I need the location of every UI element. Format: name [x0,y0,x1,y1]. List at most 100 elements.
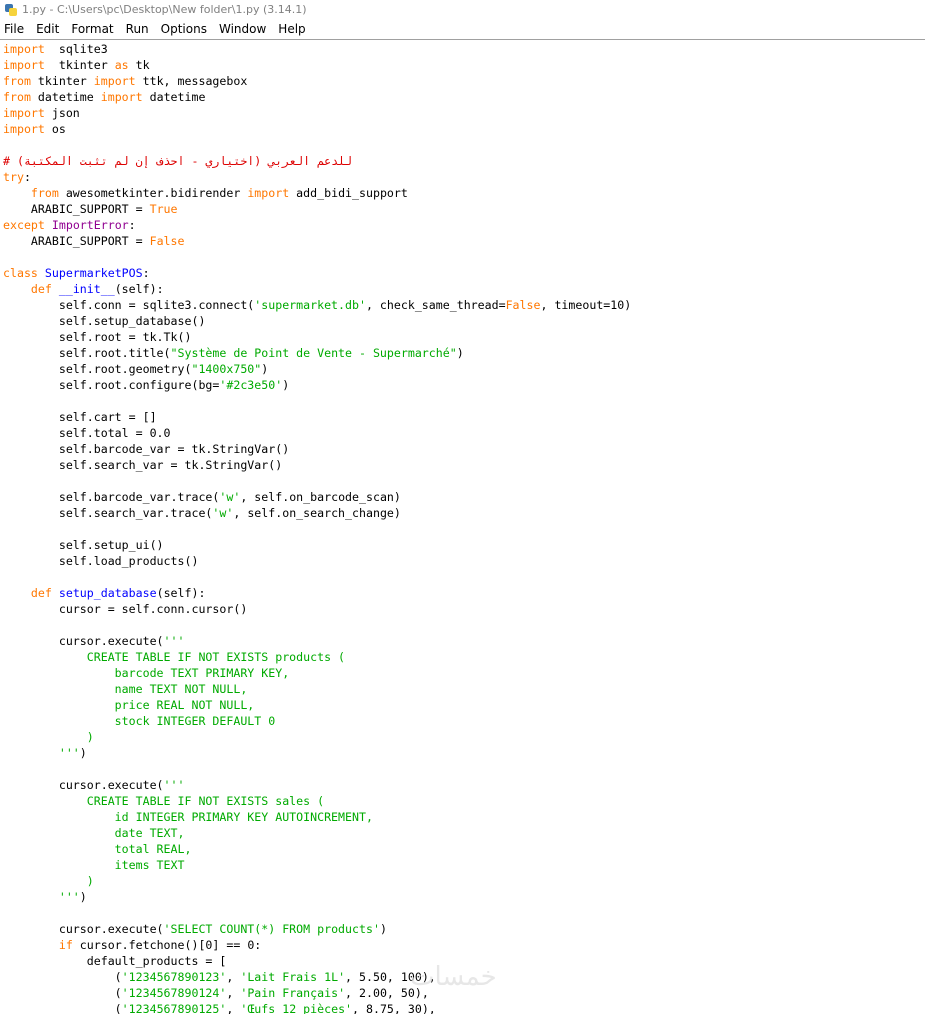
code-line[interactable]: self.cart = [] [3,409,925,425]
python-idle-icon [4,3,18,17]
code-line[interactable]: if cursor.fetchone()[0] == 0: [3,937,925,953]
code-line[interactable]: self.setup_ui() [3,537,925,553]
code-line[interactable] [3,569,925,585]
code-line[interactable] [3,393,925,409]
code-line[interactable] [3,137,925,153]
code-token: self.root.title( [3,346,171,360]
code-token: tk [128,58,150,72]
code-token: ARABIC_SUPPORT = [3,234,150,248]
code-line[interactable]: cursor.execute(''' [3,633,925,649]
code-line[interactable]: ARABIC_SUPPORT = False [3,233,925,249]
code-line[interactable]: self.conn = sqlite3.connect('supermarket… [3,297,925,313]
code-token: if [58,938,73,952]
code-token: "1400x750" [191,362,262,376]
code-line[interactable]: from datetime import datetime [3,89,925,105]
code-token: self.total = 0.0 [3,426,171,440]
code-line[interactable]: CREATE TABLE IF NOT EXISTS sales ( [3,793,925,809]
code-line[interactable]: CREATE TABLE IF NOT EXISTS products ( [3,649,925,665]
code-line[interactable]: stock INTEGER DEFAULT 0 [3,713,925,729]
code-token: from [3,74,31,88]
code-token: self.conn = sqlite3.connect( [3,298,255,312]
code-token: class [3,266,38,280]
code-token: tkinter [44,58,115,72]
code-line[interactable]: items TEXT [3,857,925,873]
code-token: ImportError [51,218,129,232]
code-line[interactable]: # للدعم العربي (اختياري - احذف إن لم تثب… [3,153,925,169]
code-line[interactable]: self.search_var = tk.StringVar() [3,457,925,473]
code-line[interactable] [3,249,925,265]
code-line[interactable]: import json [3,105,925,121]
code-text[interactable]: import sqlite3 import tkinter as tk from t… [0,41,925,1014]
code-line[interactable]: cursor = self.conn.cursor() [3,601,925,617]
code-line[interactable]: import os [3,121,925,137]
code-line[interactable]: def setup_database(self): [3,585,925,601]
code-line[interactable]: from awesometkinter.bidirender import ad… [3,185,925,201]
code-line[interactable] [3,521,925,537]
code-line[interactable]: price REAL NOT NULL, [3,697,925,713]
code-line[interactable]: total REAL, [3,841,925,857]
code-line[interactable]: self.barcode_var = tk.StringVar() [3,441,925,457]
menu-options[interactable]: Options [157,22,215,36]
code-token: import [3,106,45,120]
code-line[interactable]: self.load_products() [3,553,925,569]
menu-edit[interactable]: Edit [32,22,67,36]
code-token: ''' [163,634,185,648]
code-line[interactable]: import sqlite3 [3,41,925,57]
menu-file[interactable]: File [0,22,32,36]
code-token: name TEXT NOT NULL, [3,682,248,696]
code-token: from [3,90,31,104]
code-token: self.root.geometry( [3,362,192,376]
code-line[interactable]: name TEXT NOT NULL, [3,681,925,697]
code-line[interactable]: self.barcode_var.trace('w', self.on_barc… [3,489,925,505]
code-token: datetime [30,90,101,104]
code-token: barcode TEXT PRIMARY KEY, [3,666,290,680]
code-line[interactable]: self.total = 0.0 [3,425,925,441]
code-token: , self.on_search_change) [233,506,401,520]
code-line[interactable]: ('1234567890125', 'Œufs 12 pièces', 8.75… [3,1001,925,1014]
code-token: ''' [3,746,80,760]
code-line[interactable]: self.root.title("Système de Point de Ven… [3,345,925,361]
code-line[interactable]: self.root = tk.Tk() [3,329,925,345]
code-line[interactable]: ARABIC_SUPPORT = True [3,201,925,217]
code-token: '#2c3e50' [219,378,283,392]
code-line[interactable]: ''') [3,745,925,761]
code-token: try [3,170,24,184]
code-line[interactable]: date TEXT, [3,825,925,841]
code-token: from [30,186,59,200]
code-token: self.root.configure(bg= [3,378,220,392]
menu-help[interactable]: Help [274,22,313,36]
code-token: cursor.execute( [3,922,164,936]
code-line[interactable]: try: [3,169,925,185]
code-line[interactable]: barcode TEXT PRIMARY KEY, [3,665,925,681]
code-line[interactable]: import tkinter as tk [3,57,925,73]
code-line[interactable]: self.search_var.trace('w', self.on_searc… [3,505,925,521]
code-line[interactable] [3,473,925,489]
code-line[interactable]: self.root.geometry("1400x750") [3,361,925,377]
code-line[interactable]: def __init__(self): [3,281,925,297]
code-editor[interactable]: import sqlite3 import tkinter as tk from t… [0,41,925,1014]
code-line[interactable]: cursor.execute(''' [3,777,925,793]
code-token: sqlite3 [44,42,108,56]
code-line[interactable]: self.root.configure(bg='#2c3e50') [3,377,925,393]
code-token: self.cart = [] [3,410,157,424]
code-token: : [23,170,31,184]
code-line[interactable]: from tkinter import ttk, messagebox [3,73,925,89]
code-line[interactable]: self.setup_database() [3,313,925,329]
menu-run[interactable]: Run [122,22,157,36]
code-line[interactable] [3,905,925,921]
menu-format[interactable]: Format [67,22,121,36]
code-line[interactable]: id INTEGER PRIMARY KEY AUTOINCREMENT, [3,809,925,825]
code-line[interactable] [3,617,925,633]
code-line[interactable] [3,761,925,777]
code-token: "Système de Point de Vente - Supermarché… [170,346,457,360]
code-line[interactable]: ) [3,729,925,745]
code-line[interactable]: except ImportError: [3,217,925,233]
code-token: ) [261,362,269,376]
code-token: 'w' [212,506,234,520]
code-line[interactable]: ) [3,873,925,889]
menu-window[interactable]: Window [215,22,274,36]
code-line[interactable]: ''') [3,889,925,905]
code-line[interactable]: class SupermarketPOS: [3,265,925,281]
code-line[interactable]: cursor.execute('SELECT COUNT(*) FROM pro… [3,921,925,937]
